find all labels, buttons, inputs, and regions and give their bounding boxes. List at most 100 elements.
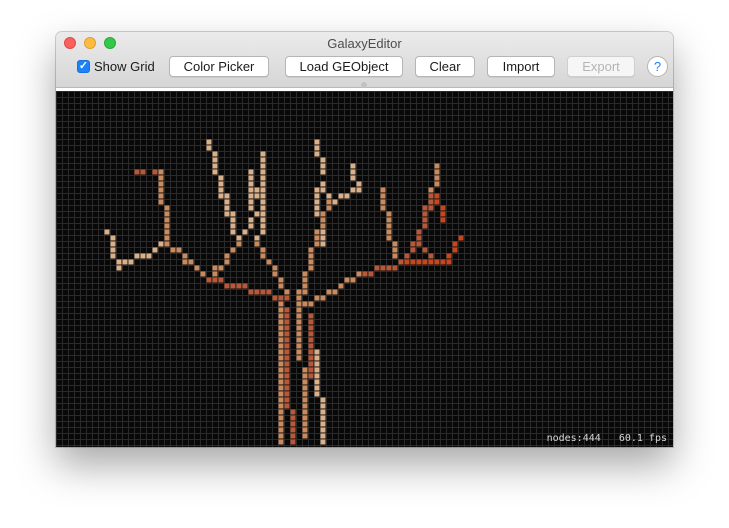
node-cell: [314, 367, 320, 373]
node-cell: [428, 253, 434, 259]
node-cell: [320, 397, 326, 403]
node-cell: [164, 223, 170, 229]
node-cell: [152, 169, 158, 175]
node-count: nodes:444: [546, 433, 601, 444]
node-cell: [440, 259, 446, 265]
node-cell: [224, 205, 230, 211]
node-cell: [302, 271, 308, 277]
node-cell: [236, 283, 242, 289]
node-cell: [410, 259, 416, 265]
node-cell: [386, 265, 392, 271]
node-cell: [326, 289, 332, 295]
node-cell: [284, 331, 290, 337]
node-cell: [380, 187, 386, 193]
node-cell: [284, 403, 290, 409]
node-layer: [104, 139, 464, 445]
node-cell: [296, 343, 302, 349]
node-cell: [416, 229, 422, 235]
node-cell: [290, 427, 296, 433]
node-cell: [224, 211, 230, 217]
node-cell: [260, 211, 266, 217]
status-readout: nodes:444 60.1 fps: [547, 433, 667, 444]
node-cell: [278, 421, 284, 427]
node-cell: [314, 361, 320, 367]
node-cell: [278, 301, 284, 307]
node-cell: [314, 295, 320, 301]
node-cell: [284, 367, 290, 373]
node-cell: [194, 265, 200, 271]
node-cell: [410, 247, 416, 253]
node-cell: [308, 361, 314, 367]
node-cell: [308, 253, 314, 259]
node-cell: [308, 259, 314, 265]
node-cell: [182, 259, 188, 265]
node-cell: [338, 283, 344, 289]
node-cell: [452, 247, 458, 253]
titlebar: GalaxyEditor ✓ Show Grid Color Picker Lo…: [56, 32, 673, 88]
node-cell: [212, 151, 218, 157]
show-grid-checkbox[interactable]: ✓: [77, 60, 90, 73]
node-cell: [302, 373, 308, 379]
node-cell: [404, 259, 410, 265]
node-cell: [260, 253, 266, 259]
node-cell: [302, 283, 308, 289]
node-cell: [260, 157, 266, 163]
node-cell: [302, 427, 308, 433]
node-cell: [458, 235, 464, 241]
node-cell: [320, 439, 326, 445]
node-cell: [308, 343, 314, 349]
node-cell: [350, 187, 356, 193]
node-cell: [392, 265, 398, 271]
node-cell: [428, 205, 434, 211]
node-cell: [416, 259, 422, 265]
node-cell: [308, 337, 314, 343]
node-cell: [206, 139, 212, 145]
node-cell: [182, 253, 188, 259]
node-cell: [302, 379, 308, 385]
node-cell: [296, 319, 302, 325]
load-geobject-button[interactable]: Load GEObject: [285, 56, 403, 77]
node-cell: [116, 259, 122, 265]
clear-button[interactable]: Clear: [415, 56, 475, 77]
node-cell: [176, 247, 182, 253]
node-cell: [158, 187, 164, 193]
node-cell: [284, 313, 290, 319]
node-cell: [320, 403, 326, 409]
node-cell: [302, 433, 308, 439]
node-cell: [212, 271, 218, 277]
node-cell: [422, 247, 428, 253]
help-button[interactable]: ?: [647, 56, 668, 77]
node-cell: [284, 349, 290, 355]
node-cell: [158, 199, 164, 205]
node-cell: [284, 373, 290, 379]
node-cell: [134, 169, 140, 175]
show-grid-label[interactable]: Show Grid: [94, 59, 155, 74]
node-cell: [320, 229, 326, 235]
node-cell: [212, 169, 218, 175]
node-cell: [278, 385, 284, 391]
node-cell: [122, 259, 128, 265]
export-button[interactable]: Export: [567, 56, 635, 77]
node-cell: [230, 229, 236, 235]
window-title: GalaxyEditor: [327, 36, 402, 51]
node-cell: [452, 241, 458, 247]
node-cell: [284, 325, 290, 331]
node-cell: [158, 241, 164, 247]
editor-canvas[interactable]: nodes:444 60.1 fps: [56, 91, 673, 447]
node-cell: [278, 319, 284, 325]
node-cell: [224, 259, 230, 265]
node-cell: [212, 157, 218, 163]
node-cell: [308, 319, 314, 325]
node-cell: [278, 349, 284, 355]
node-cell: [128, 259, 134, 265]
node-cell: [386, 223, 392, 229]
node-cell: [356, 271, 362, 277]
node-cell: [260, 229, 266, 235]
node-cell: [308, 325, 314, 331]
import-button[interactable]: Import: [487, 56, 555, 77]
node-cell: [392, 247, 398, 253]
color-picker-button[interactable]: Color Picker: [169, 56, 269, 77]
node-cell: [236, 235, 242, 241]
node-cell: [314, 151, 320, 157]
node-cell: [254, 235, 260, 241]
